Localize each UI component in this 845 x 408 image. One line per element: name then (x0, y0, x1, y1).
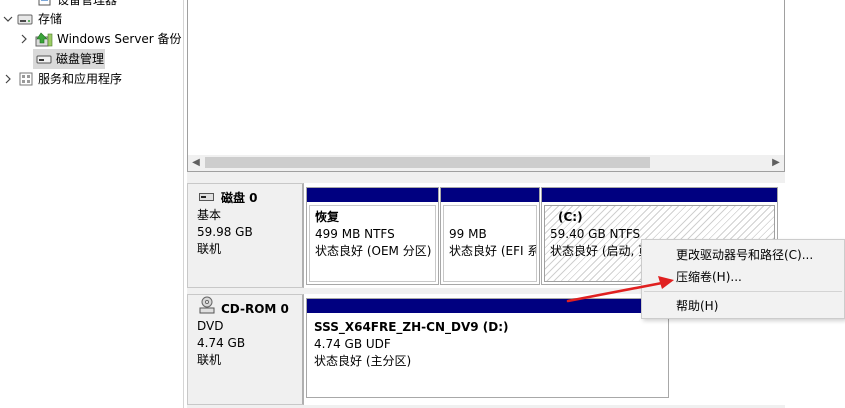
chevron-down-icon[interactable] (2, 9, 14, 29)
disk-0-size: 59.98 GB (197, 225, 253, 239)
cdrom-0-label[interactable]: CD-ROM 0 DVD 4.74 GB 联机 (187, 294, 304, 405)
windows-server-backup-icon (35, 31, 53, 47)
tree-item-disk-management[interactable]: 磁盘管理 (33, 49, 105, 69)
disk-0-name: 磁盘 0 (221, 191, 258, 205)
volume-status: 状态良好 (EFI 系 (449, 244, 537, 258)
volume-efi[interactable]: 99 MB 状态良好 (EFI 系 (440, 187, 540, 285)
tree-item-windows-server-backup[interactable]: Windows Server 备份 (0, 29, 184, 49)
cdrom-0-status: 联机 (197, 353, 222, 367)
chevron-right-icon[interactable] (2, 69, 14, 89)
scrollbar-thumb[interactable] (205, 157, 650, 168)
annotation-arrow (566, 276, 674, 303)
navigation-tree: 设备管理器 存储 Windows Server 备份 磁盘管理 服务和应用程序 (0, 0, 184, 408)
disk-0-type: 基本 (197, 208, 222, 222)
menu-item-change-drive-letter[interactable]: 更改驱动器号和路径(C)... (642, 244, 844, 266)
cdrom-0-type: DVD (197, 319, 224, 333)
services-apps-icon (18, 71, 34, 87)
pane-splitter[interactable] (187, 172, 785, 180)
volume-list-pane[interactable]: ◀ ▶ (187, 0, 785, 172)
device-manager-icon (37, 0, 53, 8)
volume-name: 恢复 (315, 210, 340, 224)
volume-d[interactable]: SSS_X64FRE_ZH-CN_DV9 (D:) 4.74 GB UDF 状态… (306, 298, 669, 398)
right-gutter (785, 0, 845, 178)
volume-status: 状态良好 (OEM 分区) (315, 244, 432, 258)
volume-recovery[interactable]: 恢复 499 MB NTFS 状态良好 (OEM 分区) (306, 187, 439, 285)
tree-item-services-apps[interactable]: 服务和应用程序 (0, 69, 184, 89)
volume-name (449, 209, 536, 226)
disk-management-icon (36, 51, 52, 67)
volume-status: 状态良好 (主分区) (314, 354, 412, 368)
volume-size: 99 MB (449, 227, 487, 241)
cdrom-0-size: 4.74 GB (197, 336, 246, 350)
volume-name: SSS_X64FRE_ZH-CN_DV9 (D:) (314, 320, 509, 334)
disk-0-label[interactable]: 磁盘 0 基本 59.98 GB 联机 (187, 183, 304, 288)
volume-size: 499 MB NTFS (315, 227, 395, 241)
disk-0-status: 联机 (197, 242, 222, 256)
tree-item-storage[interactable]: 存储 (0, 9, 184, 29)
volume-name: (C:) (558, 210, 583, 224)
horizontal-scrollbar[interactable]: ◀ ▶ (188, 155, 784, 171)
scroll-left-icon[interactable]: ◀ (188, 155, 204, 171)
volume-size: 4.74 GB UDF (314, 337, 391, 351)
cdrom-0-name: CD-ROM 0 (221, 302, 289, 316)
chevron-right-icon[interactable] (18, 29, 30, 49)
hard-disk-icon (199, 191, 215, 208)
storage-icon (17, 11, 33, 27)
scroll-right-icon[interactable]: ▶ (768, 155, 784, 171)
cd-drive-icon (199, 296, 215, 319)
